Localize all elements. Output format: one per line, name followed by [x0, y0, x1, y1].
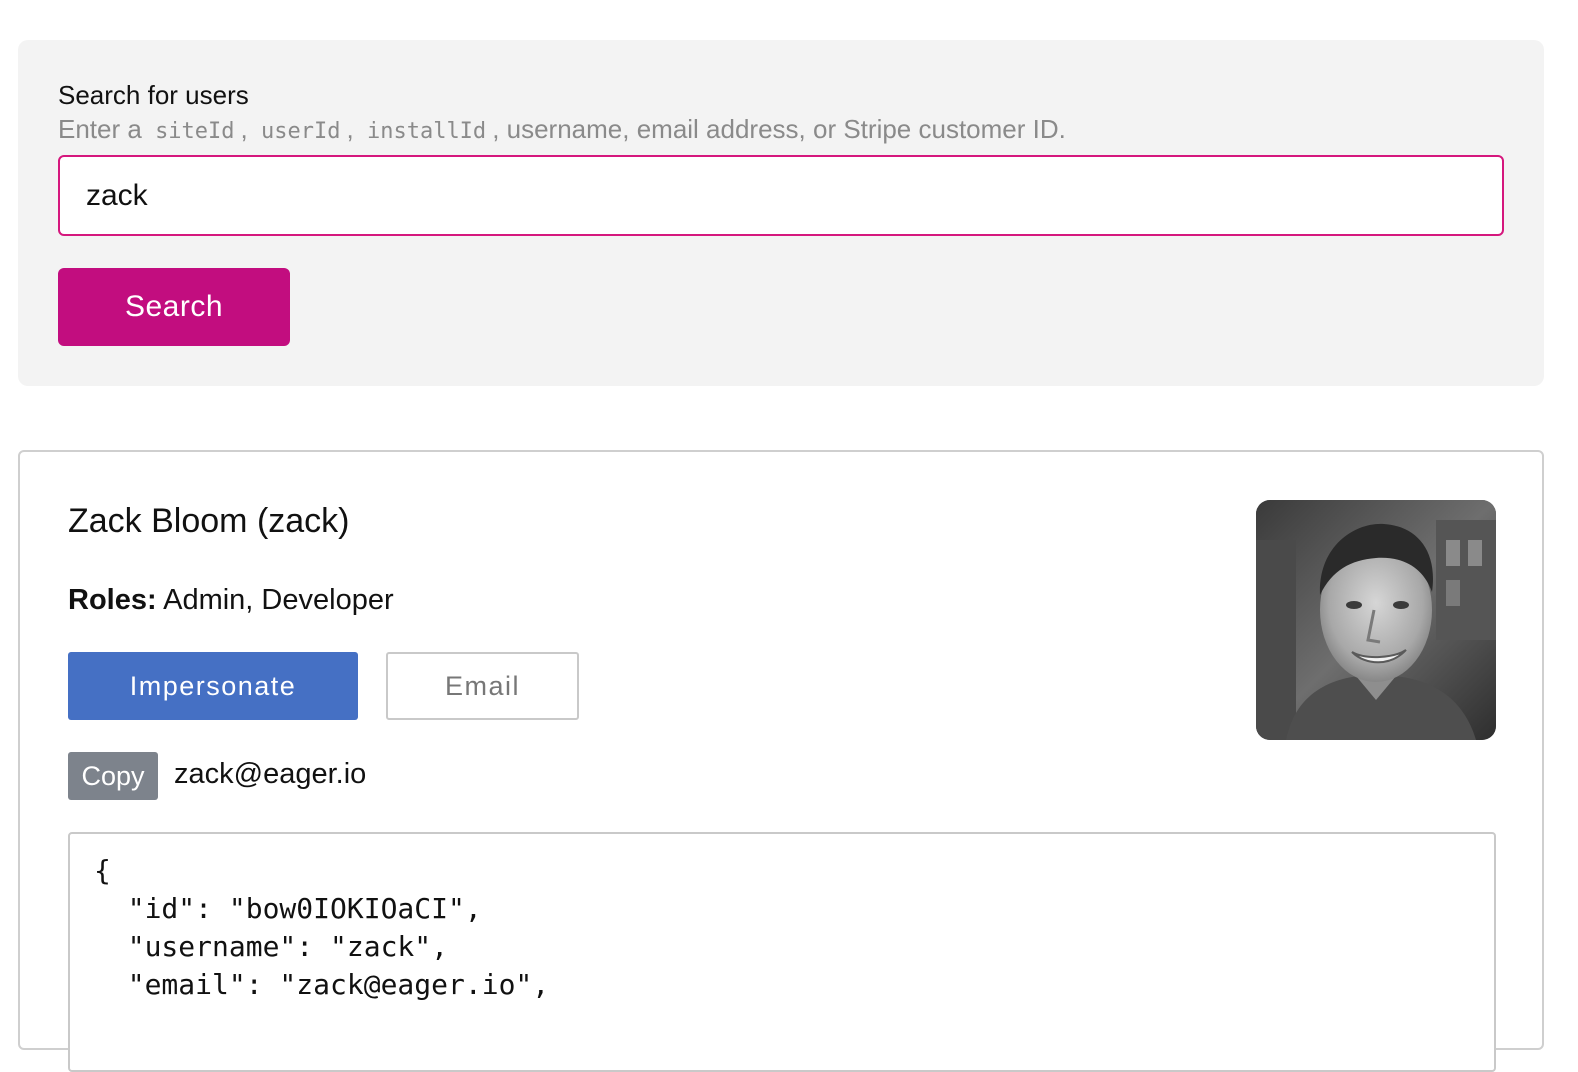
- user-email: zack@eager.io: [174, 758, 367, 790]
- hint-token-installid: installId: [366, 119, 487, 144]
- json-line: {: [94, 854, 111, 887]
- hint-separator: ,: [346, 114, 354, 144]
- user-roles: Roles: Admin, Developer: [68, 584, 394, 617]
- user-json-block: { "id": "bow0IOKIOaCI", "username": "zac…: [68, 832, 1496, 1072]
- hint-separator: ,: [240, 114, 248, 144]
- user-display-name: Zack Bloom (zack): [68, 502, 350, 540]
- roles-label: Roles:: [68, 584, 157, 616]
- json-line: "username": "zack",: [94, 930, 449, 963]
- search-heading: Search for users: [58, 80, 249, 110]
- search-hint: Enter a siteId, userId, installId, usern…: [58, 114, 1066, 145]
- search-panel: Search for users Enter a siteId, userId,…: [18, 40, 1544, 386]
- copy-email-button[interactable]: Copy: [68, 752, 158, 800]
- avatar: [1256, 500, 1496, 740]
- json-line: "email": "zack@eager.io",: [94, 968, 550, 1001]
- search-button[interactable]: Search: [58, 268, 290, 346]
- email-button[interactable]: Email: [386, 652, 579, 720]
- roles-value: Admin, Developer: [163, 584, 394, 616]
- hint-suffix: , username, email address, or Stripe cus…: [492, 114, 1066, 144]
- search-input[interactable]: [58, 155, 1504, 236]
- json-line: "id": "bow0IOKIOaCI",: [94, 892, 482, 925]
- hint-prefix: Enter a: [58, 114, 142, 144]
- hint-token-userid: userId: [261, 119, 341, 144]
- user-result-card: Zack Bloom (zack) Roles: Admin, Develope…: [18, 450, 1544, 1072]
- impersonate-button[interactable]: Impersonate: [68, 652, 358, 720]
- avatar-portrait-icon: [1256, 500, 1496, 740]
- hint-token-siteid: siteId: [155, 119, 235, 144]
